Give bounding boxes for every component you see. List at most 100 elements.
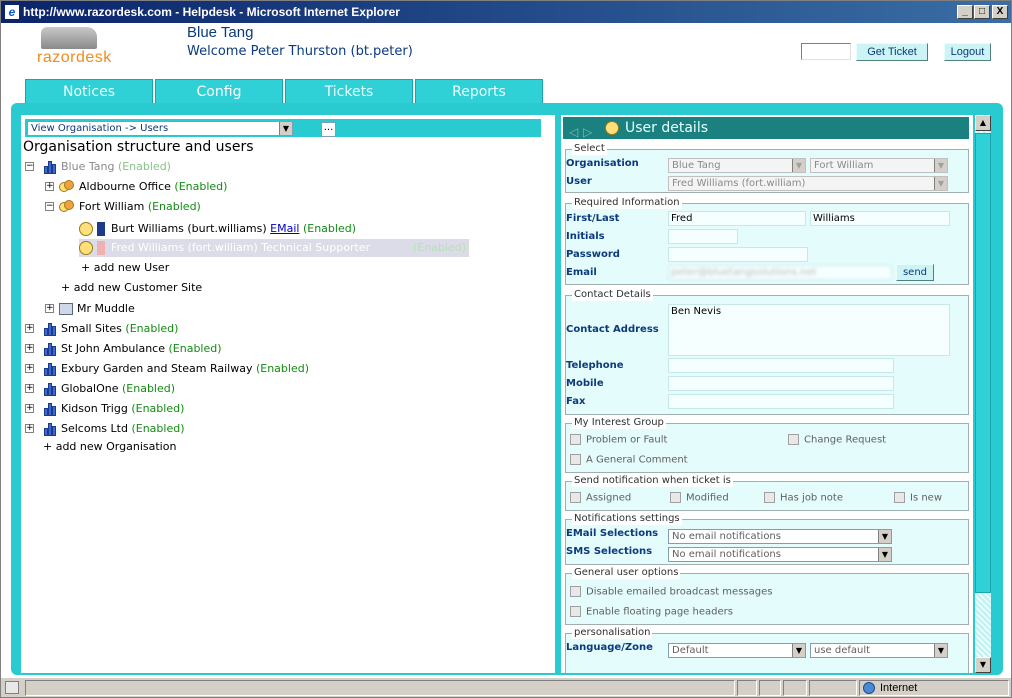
burt-email-link[interactable]: EMail [270,222,299,235]
arrow-left-icon[interactable]: ◁ [569,121,578,143]
interest-group-fieldset: My Interest Group Problem or Fault Chang… [565,417,969,473]
arrow-right-icon[interactable]: ▷ [583,121,592,143]
chevron-down-icon[interactable]: ▼ [934,644,947,657]
email-selections-select[interactable]: No email notifications ▼ [668,529,892,544]
collapse-icon[interactable]: − [45,202,54,211]
floating-headers-checkbox[interactable]: Enable floating page headers [570,606,733,619]
general-comment-checkbox[interactable]: A General Comment [570,454,688,467]
chevron-down-icon[interactable]: ▼ [934,159,947,172]
view-select[interactable]: View Organisation -> Users ▼ [27,121,293,136]
add-new-organisation-link[interactable]: + add new Organisation [43,438,176,456]
change-request-checkbox[interactable]: Change Request [788,434,886,447]
modified-checkbox[interactable]: Modified [670,492,729,505]
user-details-title: User details [625,120,709,136]
scroll-up-icon[interactable]: ▲ [975,115,991,131]
interest-legend: My Interest Group [572,417,666,429]
ticket-number-input[interactable] [801,43,851,60]
building-icon [43,160,57,174]
view-go-button[interactable]: ... [321,122,336,137]
add-new-user-link[interactable]: + add new User [81,259,169,277]
chevron-down-icon[interactable]: ▼ [279,122,292,135]
email-input[interactable]: peter@bluetangsolutions.net [668,265,892,280]
scroll-down-icon[interactable]: ▼ [975,657,991,673]
razordesk-logo: razordesk [37,27,133,66]
last-name-input[interactable]: Williams [810,211,950,226]
computer-icon [59,303,73,315]
welcome-text: Welcome Peter Thurston (bt.peter) [187,44,413,59]
user-details-header: ◁ ▷ User details [563,117,969,139]
organisation-title: Blue Tang [187,24,254,41]
add-new-customer-site-link[interactable]: + add new Customer Site [61,279,202,297]
user-icon [79,241,93,255]
mobile-input[interactable] [668,376,894,391]
get-ticket-button[interactable]: Get Ticket [856,43,928,61]
tab-tickets[interactable]: Tickets [285,79,413,103]
details-scrollbar[interactable]: ▲ ▼ [975,115,991,673]
fax-input[interactable] [668,394,894,409]
tab-config[interactable]: Config [155,79,283,103]
tab-reports[interactable]: Reports [415,79,543,103]
expand-icon[interactable]: + [25,384,34,393]
view-select-value: View Organisation -> Users [31,123,169,134]
status-cell [759,680,781,696]
expand-icon[interactable]: + [25,344,34,353]
tab-notices[interactable]: Notices [25,79,153,103]
password-label: Password [566,249,620,260]
email-selections-label: EMail Selections [566,528,659,539]
chevron-down-icon[interactable]: ▼ [934,177,947,190]
user-select[interactable]: Fred Williams (fort.william) ▼ [668,176,948,191]
assigned-checkbox[interactable]: Assigned [570,492,631,505]
sms-selections-select[interactable]: No email notifications ▼ [668,547,892,562]
user-label: User [566,176,592,187]
problem-or-fault-checkbox[interactable]: Problem or Fault [570,434,667,447]
expand-icon[interactable]: + [25,424,34,433]
chevron-down-icon[interactable]: ▼ [792,644,805,657]
badge-icon [97,222,105,236]
is-new-checkbox[interactable]: Is new [894,492,942,505]
organisation-label: Organisation [566,158,639,169]
organisation-select[interactable]: Blue Tang ▼ [668,158,806,173]
tree-node-fred-williams-selected[interactable]: Fred Williams (fort.william) Technical S… [79,239,469,257]
chevron-down-icon[interactable]: ▼ [878,530,891,543]
page-icon [5,681,19,694]
has-job-note-checkbox[interactable]: Has job note [764,492,843,505]
maximize-button[interactable]: □ [974,5,990,19]
collapse-icon[interactable]: − [25,162,34,171]
chevron-down-icon[interactable]: ▼ [878,548,891,561]
disable-broadcast-checkbox[interactable]: Disable emailed broadcast messages [570,586,772,599]
first-name-input[interactable]: Fred [668,211,806,226]
notify-legend: Send notification when ticket is [572,475,733,487]
contact-legend: Contact Details [572,289,653,301]
zone-select[interactable]: use default ▼ [810,643,948,658]
logout-button[interactable]: Logout [944,43,991,61]
expand-icon[interactable]: + [25,324,34,333]
minimize-button[interactable]: _ [957,5,973,19]
chevron-down-icon[interactable]: ▼ [792,159,805,172]
security-zone: Internet [859,680,1009,696]
scroll-thumb[interactable] [975,133,991,593]
status-cell [809,680,857,696]
expand-icon[interactable]: + [25,364,34,373]
user-icon [79,222,93,236]
telephone-input[interactable] [668,358,894,373]
required-info-fieldset: Required Information First/Last Fred Wil… [565,197,969,285]
close-button[interactable]: X [992,5,1008,19]
telephone-label: Telephone [566,360,624,371]
logo-image [41,27,97,49]
building-icon [43,322,57,336]
general-legend: General user options [572,567,681,579]
password-input[interactable] [668,247,808,262]
send-button[interactable]: send [896,264,934,281]
expand-icon[interactable]: + [25,404,34,413]
building-icon [43,422,57,436]
initials-label: Initials [566,231,605,242]
contact-address-textarea[interactable]: Ben Nevis [668,304,950,356]
site-select[interactable]: Fort William ▼ [810,158,948,173]
expand-icon[interactable]: + [45,304,54,313]
status-cell [783,680,807,696]
tree-node-burt-williams[interactable]: Burt Williams (burt.williams) EMail (Ena… [79,220,356,238]
initials-input[interactable] [668,229,738,244]
language-select[interactable]: Default ▼ [668,643,806,658]
building-icon [43,402,57,416]
expand-icon[interactable]: + [45,182,54,191]
